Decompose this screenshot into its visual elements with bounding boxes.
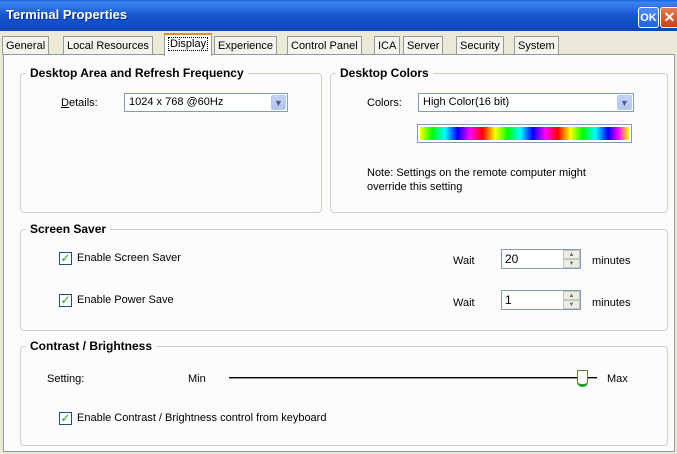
tab-server[interactable]: Server [403, 36, 444, 55]
enable-power-save-label: Enable Power Save [77, 294, 174, 306]
chevron-down-icon[interactable]: ▼ [617, 95, 632, 110]
chevron-down-icon[interactable]: ▼ [271, 95, 286, 110]
tab-display[interactable]: Display [164, 33, 213, 56]
colors-select-value: High Color(16 bit) [423, 96, 510, 108]
details-select-value: 1024 x 768 @60Hz [129, 96, 224, 108]
max-label: Max [607, 373, 628, 385]
stepper-buttons: ▲ ▼ [563, 250, 580, 268]
min-label: Min [188, 373, 206, 385]
tab-experience[interactable]: Experience [214, 36, 278, 55]
close-button[interactable]: ✕ [660, 7, 677, 28]
ok-button[interactable]: OK [638, 7, 659, 28]
colors-note-line1: Note: Settings on the remote computer mi… [367, 167, 586, 179]
tab-system[interactable]: System [514, 36, 559, 55]
details-select[interactable]: 1024 x 768 @60Hz ▼ [124, 93, 288, 112]
screen-saver-title: Screen Saver [26, 222, 111, 236]
wait-power-save-unit: minutes [592, 297, 631, 309]
tab-ica[interactable]: ICA [374, 36, 401, 55]
tab-label: Display [168, 37, 209, 51]
tab-row: General Local Resources Display Experien… [0, 33, 677, 56]
wait-screen-saver-label: Wait [453, 255, 475, 267]
power-save-wait-value[interactable]: 1 [505, 293, 512, 307]
tab-control-panel[interactable]: Control Panel [287, 36, 362, 55]
spin-down-icon[interactable]: ▼ [563, 259, 580, 268]
colors-note-line2: override this setting [367, 181, 463, 193]
colors-label: Colors: [367, 97, 402, 109]
wait-screen-saver-unit: minutes [592, 255, 631, 267]
spin-up-icon[interactable]: ▲ [563, 291, 580, 300]
spin-up-icon[interactable]: ▲ [563, 250, 580, 259]
contrast-slider-thumb[interactable] [576, 370, 588, 387]
tab-label: Experience [218, 40, 274, 52]
enable-screen-saver-label: Enable Screen Saver [77, 252, 181, 264]
title-bar: Terminal Properties OK ✕ [0, 0, 677, 31]
contrast-title: Contrast / Brightness [26, 339, 157, 353]
colors-select[interactable]: High Color(16 bit) ▼ [418, 93, 634, 112]
color-spectrum-bar [420, 127, 629, 140]
power-save-wait-stepper[interactable]: 1 ▲ ▼ [501, 290, 581, 310]
tab-security[interactable]: Security [456, 36, 504, 55]
details-label: Details: [61, 97, 98, 109]
tab-label: System [518, 40, 555, 52]
enable-power-save-checkbox[interactable]: ✓ [59, 294, 72, 307]
tab-local-resources[interactable]: Local Resources [63, 36, 153, 55]
details-label-rest: etails: [68, 97, 98, 109]
tab-label: Local Resources [67, 40, 149, 52]
window-title: Terminal Properties [6, 7, 128, 22]
screen-saver-wait-stepper[interactable]: 20 ▲ ▼ [501, 249, 581, 269]
keyboard-contrast-label: Enable Contrast / Brightness control fro… [77, 412, 327, 424]
stepper-buttons: ▲ ▼ [563, 291, 580, 309]
screen-saver-group: Screen Saver [20, 222, 668, 331]
tab-label: Security [460, 40, 500, 52]
setting-label: Setting: [47, 373, 85, 385]
color-spectrum-preview [417, 124, 632, 143]
wait-power-save-label: Wait [453, 297, 475, 309]
tab-label: ICA [378, 40, 397, 52]
keyboard-contrast-checkbox[interactable]: ✓ [59, 412, 72, 425]
desktop-area-title: Desktop Area and Refresh Frequency [26, 66, 248, 80]
desktop-colors-title: Desktop Colors [336, 66, 433, 80]
tab-general[interactable]: General [2, 36, 50, 55]
tab-label: Server [407, 40, 440, 52]
tab-label: General [6, 40, 46, 52]
contrast-slider-track[interactable] [229, 377, 597, 379]
contrast-group: Contrast / Brightness [20, 339, 668, 446]
tab-label: Control Panel [291, 40, 358, 52]
spin-down-icon[interactable]: ▼ [563, 300, 580, 309]
screen-saver-wait-value[interactable]: 20 [505, 252, 518, 266]
enable-screen-saver-checkbox[interactable]: ✓ [59, 252, 72, 265]
